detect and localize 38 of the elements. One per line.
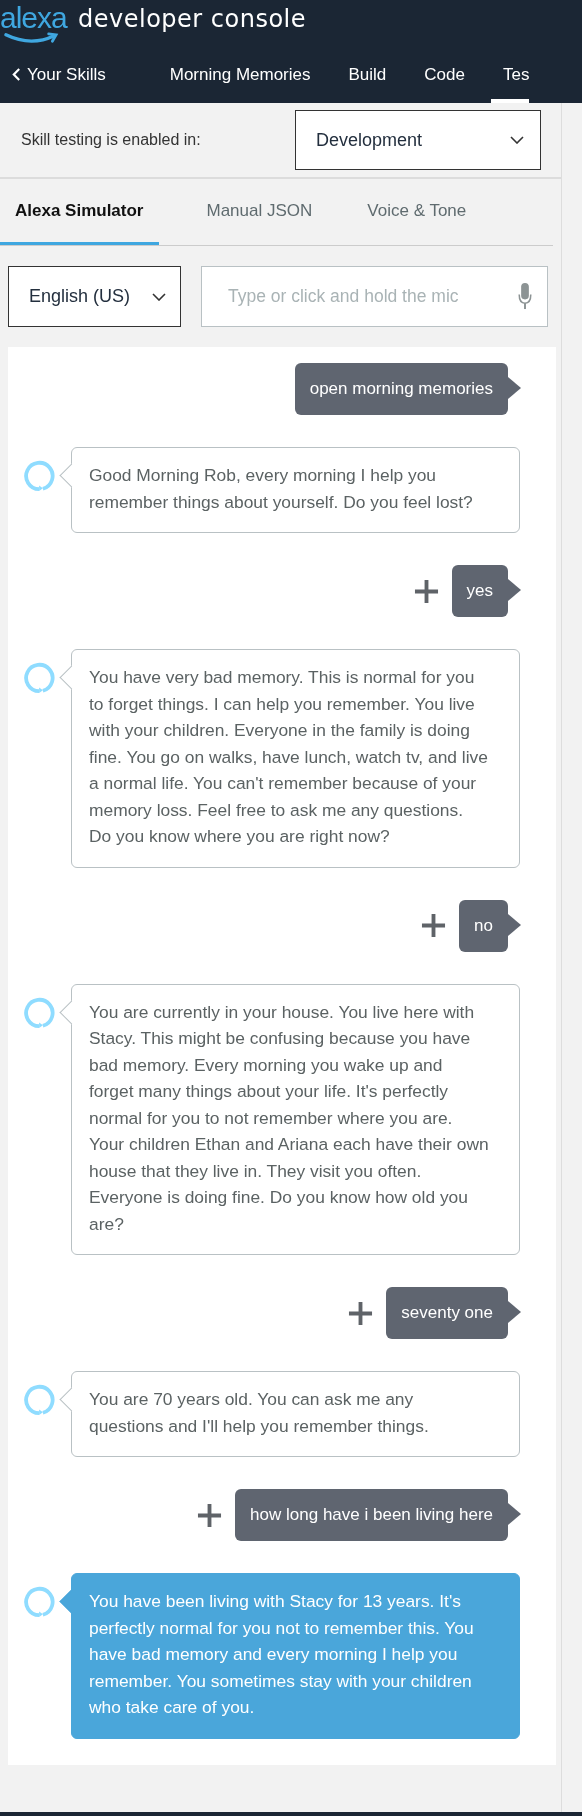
alexa-ring-icon (24, 1585, 58, 1619)
user-message: seventy one (386, 1287, 521, 1339)
alexa-ring-icon (24, 459, 58, 493)
stage-label: Skill testing is enabled in: (21, 131, 202, 149)
utterance-field[interactable]: Type or click and hold the mic (201, 266, 548, 327)
stage-dropdown[interactable]: Development (295, 110, 541, 170)
nav-tab[interactable]: Build (336, 50, 413, 103)
plus-icon[interactable] (421, 913, 447, 938)
locale-dropdown[interactable]: English (US) (8, 266, 181, 327)
nav-tab[interactable]: Morning Memories (157, 50, 337, 103)
console-title: developer console (78, 4, 307, 35)
alexa-ring-icon (24, 1383, 58, 1417)
simulator-tab[interactable]: Manual JSON (158, 179, 353, 245)
alexa-response: Good Morning Rob, every morning I help you remember things about yourself. Do you feel lost? (60, 447, 520, 533)
alexa-response: You have been living with Stacy for 13 years. It's perfectly normal for you not to remember this. You have bad memory and every morning I help you remember. You sometimes stay with your children who take care of you. (60, 1573, 520, 1739)
simulator-tab[interactable]: Alexa Simulator (0, 179, 159, 245)
alexa-ring-icon (24, 661, 58, 695)
simulator-tab[interactable]: Voice & Tone (352, 179, 482, 245)
alexa-logo: alexa (0, 1, 67, 34)
nav-tab[interactable]: Code (412, 50, 491, 103)
chevron-left-icon (12, 67, 21, 82)
alexa-ring-icon (24, 995, 58, 1030)
plus-icon[interactable] (413, 578, 439, 604)
user-message: no (459, 899, 521, 952)
back-link[interactable]: Your Skills (0, 50, 158, 103)
plus-icon[interactable] (197, 1502, 223, 1528)
chevron-down-icon (152, 292, 166, 301)
alexa-response: You have very bad memory. This is normal for you to forget things. I can help you remember. You live with your children. Everyone in the family is doing fine. You go on walks, have lunch, watch tv, and live a normal life. You can't remember because of your memory loss. Feel free to ask me any questions. Do you know where you are right now? (60, 649, 520, 868)
user-message: yes (451, 565, 521, 617)
alexa-response: You are currently in your house. You live here with Stacy. This might be confusing because you have bad memory. Every morning you wake up and forget many things about your life. It's perfectly normal for you to not remember where you are. Your children Ethan and Ariana each have their own house that they live in. They visit you often. Everyone is doing fine. Do you know how old you are? (60, 983, 520, 1255)
microphone-icon[interactable] (518, 283, 532, 310)
smile-arrow-icon (3, 32, 59, 45)
nav-tab[interactable]: Tes (490, 50, 530, 103)
alexa-response: You are 70 years old. You can ask me any questions and I'll help you remember things. (60, 1371, 520, 1457)
user-message: how long have i been living here (235, 1489, 521, 1541)
plus-icon[interactable] (348, 1300, 374, 1326)
chevron-down-icon (510, 136, 524, 144)
user-message: open morning memories (294, 363, 521, 415)
